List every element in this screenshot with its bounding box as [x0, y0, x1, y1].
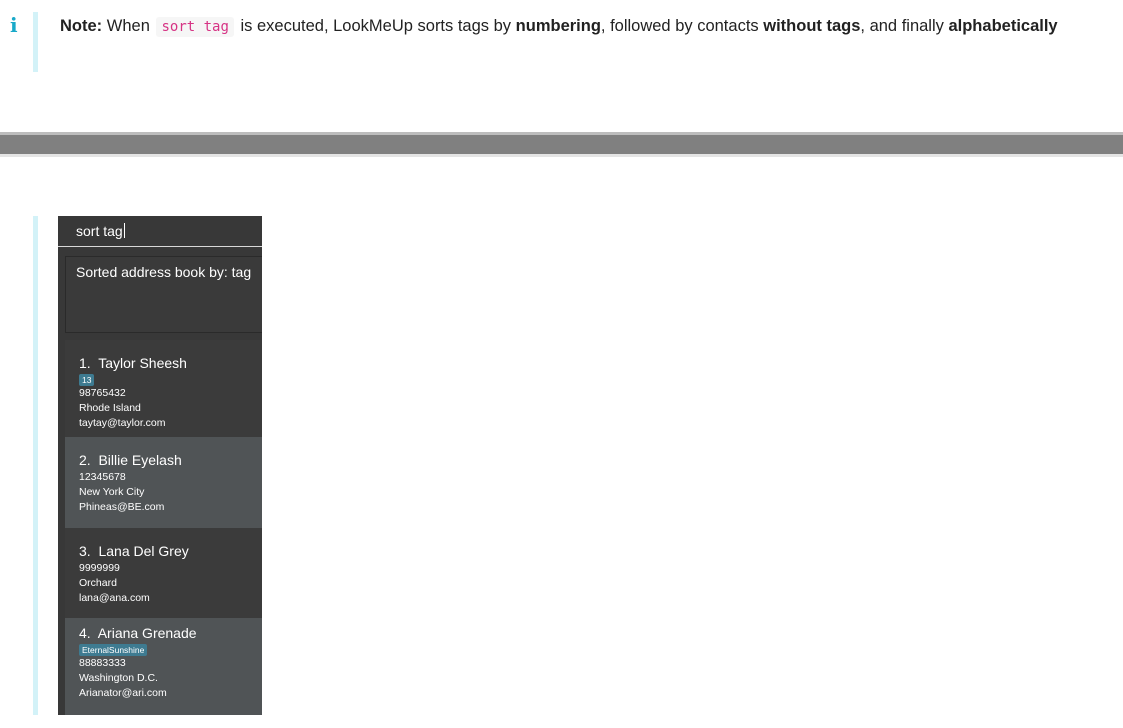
contact-index: 4. [79, 625, 91, 641]
contact-email: lana@ana.com [79, 592, 150, 604]
contact-phone: 12345678 [79, 471, 126, 483]
contact-tag: 13 [79, 374, 95, 386]
contact-name-text: Lana Del Grey [98, 543, 189, 559]
contact-phone: 9999999 [79, 562, 120, 574]
contact-index: 2. [79, 452, 91, 468]
contact-index: 3. [79, 543, 91, 559]
contact-address: Washington D.C. [79, 672, 158, 684]
separator-band [0, 135, 1123, 154]
contact-list[interactable]: 1. Taylor Sheesh 13 98765432 Rhode Islan… [65, 340, 262, 715]
separator-shadow [0, 154, 1123, 157]
contact-tag: EternalSunshine [79, 644, 148, 656]
bold-numbering: numbering [515, 17, 601, 35]
note-label: Note: [60, 17, 103, 35]
info-icon: i [10, 13, 18, 37]
command-input[interactable]: sort tag [76, 223, 125, 239]
screenshot-quote-bar [33, 216, 38, 715]
contact-address: Rhode Island [79, 402, 141, 414]
note-admonition: i Note: When sort tag is executed, LookM… [0, 0, 1123, 80]
contact-card[interactable]: 2. Billie Eyelash 12345678 New York City… [65, 437, 262, 528]
contact-name: 3. Lana Del Grey [79, 543, 189, 559]
command-input-text: sort tag [76, 223, 123, 239]
bold-without-tags: without tags [763, 17, 861, 35]
contact-name-text: Billie Eyelash [98, 452, 182, 468]
contact-phone: 88883333 [79, 657, 126, 669]
contact-card[interactable]: 4. Ariana Grenade EternalSunshine 888833… [65, 618, 262, 715]
contact-email: taytay@taylor.com [79, 417, 166, 429]
note-text-3: , followed by contacts [600, 17, 759, 35]
contact-address: New York City [79, 486, 145, 498]
note-text: Note: When sort tag is executed, LookMeU… [60, 14, 1058, 39]
note-text-1: When [106, 17, 150, 35]
result-display: Sorted address book by: tag [65, 256, 262, 333]
bold-alphabetically: alphabetically [948, 17, 1058, 35]
contact-name-text: Taylor Sheesh [98, 355, 187, 371]
result-message: Sorted address book by: tag [76, 264, 252, 280]
contact-name: 1. Taylor Sheesh [79, 355, 187, 371]
text-cursor [123, 223, 125, 238]
contact-name-text: Ariana Grenade [97, 625, 197, 641]
contact-address: Orchard [79, 577, 117, 589]
contact-email: Phineas@BE.com [79, 501, 165, 513]
note-text-2: is executed, LookMeUp sorts tags by [240, 17, 512, 35]
contact-index: 1. [79, 355, 91, 371]
inline-code-sort-tag: sort tag [156, 17, 234, 37]
contact-email: Arianator@ari.com [79, 687, 167, 699]
contact-name: 2. Billie Eyelash [79, 452, 182, 468]
note-text-4: , and finally [860, 17, 944, 35]
contact-card[interactable]: 3. Lana Del Grey 9999999 Orchard lana@an… [65, 528, 262, 618]
contact-phone: 98765432 [79, 387, 126, 399]
contact-name: 4. Ariana Grenade [79, 625, 197, 641]
lookmeup-app-screenshot: sort tag Sorted address book by: tag 1. … [58, 216, 262, 715]
contact-card[interactable]: 1. Taylor Sheesh 13 98765432 Rhode Islan… [65, 340, 262, 437]
admonition-bar [33, 12, 38, 72]
command-box[interactable]: sort tag [58, 216, 262, 247]
